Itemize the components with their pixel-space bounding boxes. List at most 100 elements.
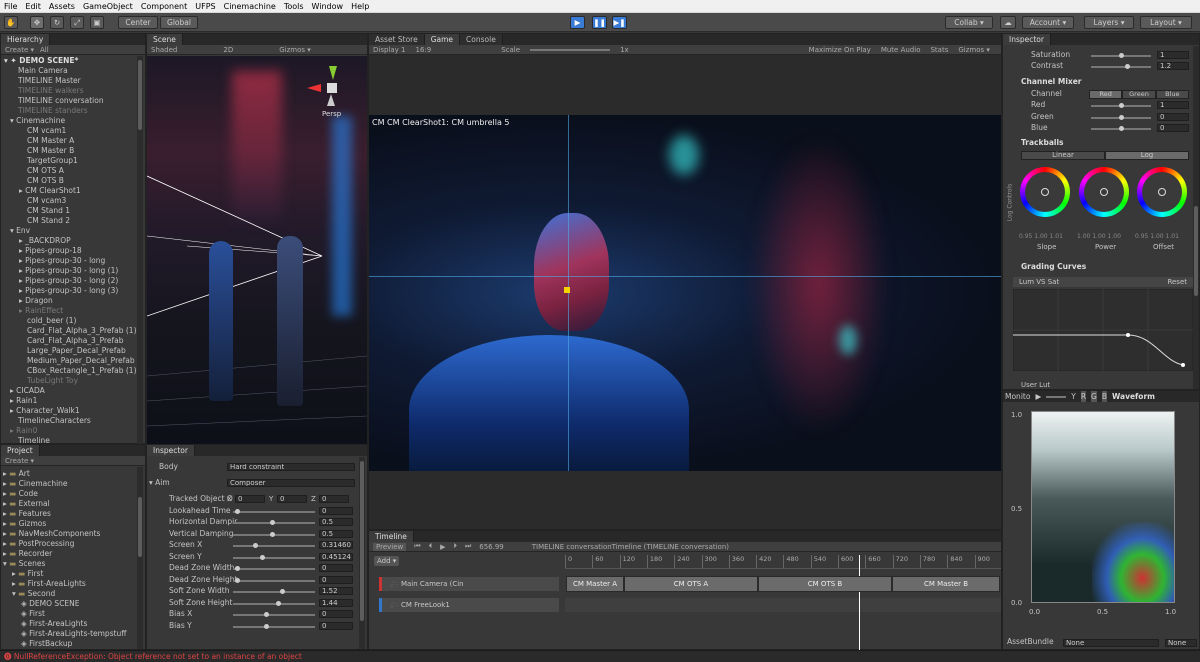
hierarchy-item[interactable]: ▸ RainEffect — [19, 306, 63, 316]
z-offset-field[interactable]: 0 — [319, 495, 349, 503]
hierarchy-item[interactable]: Medium_Paper_Decal_Prefab — [27, 356, 135, 366]
curve-editor[interactable] — [1013, 289, 1193, 371]
setting-slider[interactable] — [233, 600, 315, 606]
hierarchy-item[interactable]: Main Camera — [18, 66, 68, 76]
hierarchy-item[interactable]: ▸ Character_Walk1 — [10, 406, 80, 416]
aspect-dropdown[interactable]: 16:9 — [415, 46, 431, 54]
mixer-blue-slider[interactable] — [1091, 126, 1151, 131]
project-item[interactable]: ▸ ▬ Cinemachine — [3, 479, 68, 489]
project-item[interactable]: ▸ ▬ Features — [3, 509, 51, 519]
hierarchy-item[interactable]: ▸ Pipes-group-30 - long (2) — [19, 276, 118, 286]
status-message[interactable]: NullReferenceException: Object reference… — [14, 652, 302, 661]
menu-item-ufps[interactable]: UFPS — [191, 2, 219, 11]
mixer-red-field[interactable]: 1 — [1157, 101, 1189, 109]
game-viewport[interactable]: CM CM ClearShot1: CM umbrella 5 — [369, 115, 1001, 471]
menu-item-help[interactable]: Help — [347, 2, 373, 11]
maximize-on-play-button[interactable]: Maximize On Play — [809, 46, 871, 54]
go-end-icon[interactable]: ⏭ — [465, 542, 471, 551]
scale-slider[interactable] — [530, 48, 611, 51]
slider-knob[interactable] — [280, 589, 285, 594]
slider-knob[interactable] — [253, 543, 258, 548]
slider-knob[interactable] — [264, 612, 269, 617]
scene-orientation-gizmo[interactable]: Persp — [307, 66, 357, 121]
linear-mode-button[interactable]: Linear — [1021, 151, 1105, 160]
next-frame-icon[interactable]: ⏵ — [453, 542, 457, 551]
setting-value-field[interactable]: 0 — [319, 610, 353, 618]
hierarchy-item[interactable]: ▸ Pipes-group-30 - long (1) — [19, 266, 118, 276]
slider-knob[interactable] — [260, 554, 265, 560]
pivot-center-button[interactable]: Center — [118, 16, 158, 29]
hierarchy-item[interactable]: Large_Paper_Decal_Prefab — [27, 346, 126, 356]
tab-hierarchy[interactable]: Hierarchy — [1, 34, 51, 45]
slider-knob[interactable] — [276, 600, 281, 606]
clip-cm-master-b[interactable]: CM Master B — [892, 576, 1000, 592]
slider-knob[interactable] — [1119, 114, 1124, 120]
step-button[interactable]: ▶❚ — [612, 16, 627, 29]
project-item[interactable]: ▾ ▬ Scenes — [3, 559, 45, 569]
hierarchy-item[interactable]: ▾ Env — [10, 226, 30, 236]
mute-audio-button[interactable]: Mute Audio — [881, 46, 921, 54]
setting-slider[interactable] — [233, 531, 315, 537]
project-item[interactable]: ▾ ▬ Second — [12, 589, 55, 599]
tab-scene[interactable]: Scene — [147, 34, 183, 45]
offset-wheel[interactable] — [1137, 167, 1187, 217]
hierarchy-item[interactable]: TIMELINE conversation — [18, 96, 104, 106]
aim-foldout[interactable]: ▾ Aim — [149, 478, 170, 488]
hierarchy-item[interactable]: TIMELINE walkers — [18, 86, 84, 96]
stats-button[interactable]: Stats — [930, 46, 948, 54]
setting-slider[interactable] — [233, 589, 315, 594]
hierarchy-item[interactable]: ▸ Pipes-group-18 — [19, 246, 82, 256]
assetbundle-dropdown[interactable]: None — [1063, 639, 1159, 647]
slider-knob[interactable] — [1119, 126, 1124, 131]
contrast-field[interactable]: 1.2 — [1157, 62, 1189, 70]
setting-slider[interactable] — [233, 520, 315, 525]
layout-dropdown[interactable]: Layout ▾ — [1140, 16, 1192, 29]
collab-button[interactable]: Collab ▾ — [945, 16, 993, 29]
hierarchy-item[interactable]: CM OTS A — [27, 166, 64, 176]
project-scrollbar[interactable] — [137, 467, 143, 649]
track-freelook-lane[interactable] — [565, 598, 1001, 612]
saturation-slider[interactable] — [1091, 53, 1151, 58]
slider-knob[interactable] — [235, 508, 240, 514]
aim-dropdown[interactable]: Composer — [227, 479, 355, 487]
setting-value-field[interactable]: 0 — [319, 621, 353, 630]
game-gizmos-dropdown[interactable]: Gizmos ▾ — [958, 46, 990, 54]
tab-inspector-right[interactable]: Inspector — [1003, 34, 1051, 45]
power-wheel[interactable] — [1079, 167, 1129, 217]
slider-knob[interactable] — [264, 623, 269, 629]
hierarchy-item[interactable]: TIMELINE standers — [18, 106, 88, 116]
channel-r-toggle[interactable]: R — [1080, 391, 1087, 402]
project-item[interactable]: ▸ ▬ Recorder — [3, 549, 52, 559]
channel-y-toggle[interactable]: Y — [1071, 391, 1076, 402]
user-lut-foldout[interactable]: User Lut — [1021, 380, 1050, 390]
hierarchy-item[interactable]: CBox_Rectangle_1_Prefab (1) — [27, 366, 137, 376]
hierarchy-scrollbar[interactable] — [137, 56, 143, 444]
project-item[interactable]: ▸ ▬ First — [12, 569, 43, 579]
mixer-green-field[interactable]: 0 — [1157, 112, 1189, 121]
menu-item-file[interactable]: File — [0, 2, 21, 11]
project-item[interactable]: ▸ ▬ Code — [3, 489, 38, 499]
inspector-right-scrollbar[interactable] — [1193, 46, 1199, 389]
layers-dropdown[interactable]: Layers ▾ — [1084, 16, 1134, 29]
display-dropdown[interactable]: Display 1 — [373, 46, 405, 54]
scene-gizmos-dropdown[interactable]: Gizmos ▾ — [279, 46, 311, 54]
scale-tool-icon[interactable]: ⤢ — [70, 16, 84, 29]
setting-value-field[interactable]: 0.5 — [319, 518, 353, 526]
project-item[interactable]: ◈ FirstBackup — [21, 639, 72, 649]
channel-red-button[interactable]: Red — [1089, 90, 1123, 99]
project-item[interactable]: ▸ ▬ Art — [3, 469, 30, 479]
timeline-play-icon[interactable]: ▶ — [440, 543, 445, 551]
log-mode-button[interactable]: Log — [1105, 151, 1189, 160]
track-freelook[interactable]: 🎥 CM FreeLook1 — [379, 598, 559, 612]
hierarchy-item[interactable]: ▸ CICADA — [10, 386, 45, 396]
setting-slider[interactable] — [233, 623, 315, 629]
track-main-camera[interactable]: 🎥 Main Camera (Cin — [379, 577, 559, 591]
add-track-button[interactable]: Add ▾ — [374, 556, 400, 566]
project-item[interactable]: ▸ ▬ Gizmos — [3, 519, 46, 529]
project-item[interactable]: ◈ DEMO SCENE — [21, 599, 80, 609]
setting-value-field[interactable]: 0 — [319, 506, 353, 515]
scene-root[interactable]: ▾ ✦ DEMO SCENE* — [4, 56, 78, 66]
mixer-blue-field[interactable]: 0 — [1157, 124, 1189, 132]
tab-timeline[interactable]: Timeline — [369, 531, 414, 542]
persp-label[interactable]: Persp — [322, 110, 341, 118]
